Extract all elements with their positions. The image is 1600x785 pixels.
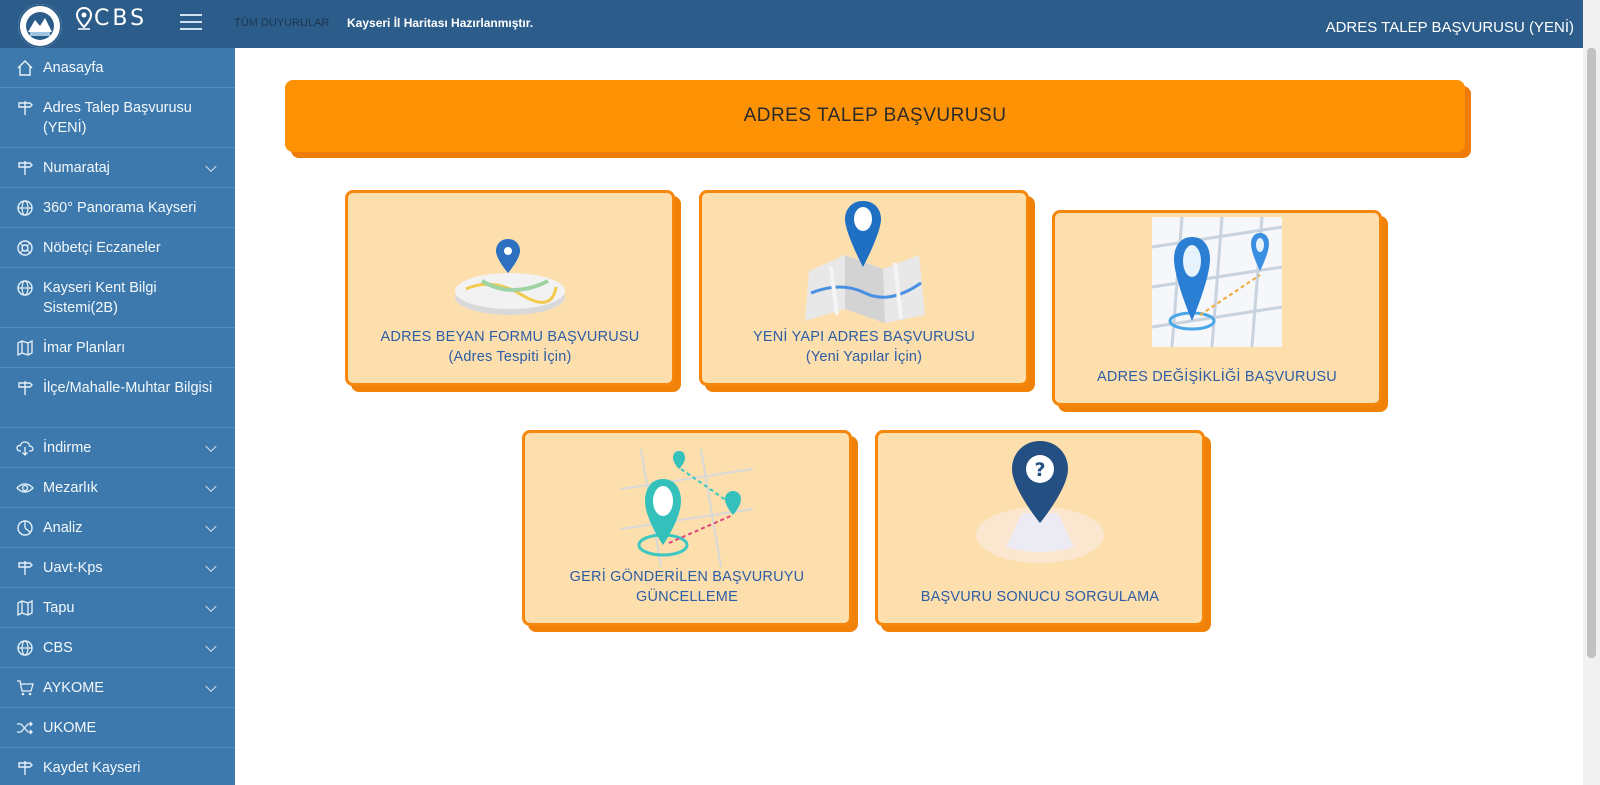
sidebar-item[interactable]: Uavt-Kps <box>0 548 235 588</box>
folded-map-pin-icon <box>805 201 925 323</box>
chevron-down-icon[interactable] <box>205 440 217 452</box>
signpost-icon <box>16 99 34 117</box>
signpost-icon <box>16 559 34 577</box>
sidebar: Anasayfa Adres Talep Başvurusu (YENİ) Numa… <box>0 48 235 785</box>
chevron-down-icon[interactable] <box>205 160 217 172</box>
new-building-address-card[interactable]: YENİ YAPI ADRES BAŞVURUSU (Yeni Yapılar … <box>699 190 1029 386</box>
chevron-down-icon[interactable] <box>205 640 217 652</box>
card-title: BAŞVURU SONUCU SORGULAMA <box>920 589 1160 605</box>
sidebar-item-label: Anasayfa <box>43 60 104 76</box>
sidebar-item[interactable]: Tapu <box>0 588 235 628</box>
sidebar-item[interactable]: UKOME <box>0 708 235 748</box>
card-title: ADRES DEĞİŞİKLİĞİ BAŞVURUSU <box>1097 369 1337 385</box>
sidebar-item-label: Uavt-Kps <box>43 560 103 576</box>
sidebar-item-label: Tapu <box>43 600 75 616</box>
sidebar-item[interactable]: Analiz <box>0 508 235 548</box>
cloud-download-icon <box>16 439 34 457</box>
sidebar-item-label: UKOME <box>43 720 97 736</box>
card-subtitle: (Yeni Yapılar İçin) <box>805 349 923 365</box>
sidebar-item[interactable]: İlçe/Mahalle-Muhtar Bilgisi <box>0 368 235 428</box>
sidebar-item[interactable]: Mezarlık <box>0 468 235 508</box>
menu-toggle-icon[interactable] <box>180 14 202 32</box>
sidebar-item[interactable]: Anasayfa <box>0 48 235 88</box>
cbs-brand[interactable]: CBS <box>76 6 147 31</box>
sidebar-item-label: Mezarlık <box>43 480 98 496</box>
card-title: ADRES BEYAN FORMU BAŞVURUSU <box>380 329 640 345</box>
sidebar-item-label: CBS <box>43 640 73 656</box>
signpost-icon <box>16 759 34 777</box>
update-returned-application-card[interactable]: GERİ GÖNDERİLEN BAŞVURUYU GÜNCELLEME <box>522 430 852 626</box>
sidebar-item[interactable]: Kaydet Kayseri <box>0 748 235 785</box>
globe-icon <box>16 279 34 297</box>
shuffle-icon <box>16 719 34 737</box>
card-title: YENİ YAPI ADRES BAŞVURUSU <box>752 329 976 345</box>
globe-icon <box>16 199 34 217</box>
signpost-icon <box>16 379 34 397</box>
sidebar-item-label: İndirme <box>43 440 92 456</box>
chevron-down-icon[interactable] <box>205 520 217 532</box>
sidebar-item-label: Numarataj <box>43 160 110 176</box>
address-change-card[interactable]: ADRES DEĞİŞİKLİĞİ BAŞVURUSU <box>1052 210 1382 406</box>
location-pin-icon <box>76 6 92 30</box>
lifebuoy-icon <box>16 239 34 257</box>
map-icon <box>16 339 34 357</box>
sidebar-item[interactable]: İmar Planları <box>0 328 235 368</box>
sidebar-item[interactable]: İndirme <box>0 428 235 468</box>
sidebar-item[interactable]: 360° Panorama Kayseri <box>0 188 235 228</box>
svg-text:?: ? <box>1034 459 1045 481</box>
brand-text: CBS <box>94 6 148 31</box>
sidebar-item[interactable]: Adres Talep Başvurusu (YENİ) <box>0 88 235 148</box>
scrollbar-thumb[interactable] <box>1587 48 1596 658</box>
sidebar-item-label: Nöbetçi Eczaneler <box>43 240 161 256</box>
sidebar-item-label: Kayseri Kent Bilgi Sistemi(2B) <box>43 280 157 316</box>
municipality-logo[interactable] <box>16 2 64 50</box>
sidebar-item[interactable]: Numarataj <box>0 148 235 188</box>
cart-icon <box>16 679 34 697</box>
chevron-down-icon[interactable] <box>205 680 217 692</box>
question-pin-icon: ? <box>976 441 1104 563</box>
news-ticker[interactable]: Kayseri İl Haritası Hazırlanmıştır. <box>347 16 533 30</box>
card-subtitle: (Adres Tespiti İçin) <box>448 349 572 365</box>
application-result-query-card[interactable]: ? BAŞVURU SONUCU SORGULAMA <box>875 430 1205 626</box>
sidebar-item[interactable]: Nöbetçi Eczaneler <box>0 228 235 268</box>
sidebar-item-label: AYKOME <box>43 680 104 696</box>
address-declaration-card[interactable]: ADRES BEYAN FORMU BAŞVURUSU (Adres Tespi… <box>345 190 675 386</box>
chevron-down-icon[interactable] <box>205 480 217 492</box>
eye-icon <box>16 479 34 497</box>
chevron-down-icon[interactable] <box>205 560 217 572</box>
sidebar-item-label: Adres Talep Başvurusu (YENİ) <box>43 100 192 136</box>
map-pin-disc-icon <box>455 239 565 315</box>
sidebar-item-label: Kaydet Kayseri <box>43 760 141 776</box>
pie-icon <box>16 519 34 537</box>
page-title: ADRES TALEP BAŞVURUSU (YENİ) <box>1325 19 1574 36</box>
page-banner: ADRES TALEP BAŞVURUSU <box>285 80 1465 152</box>
sidebar-item-label: Analiz <box>43 520 83 536</box>
page-scrollbar[interactable] <box>1583 0 1600 785</box>
home-icon <box>16 59 34 77</box>
sidebar-item-label: İlçe/Mahalle-Muhtar Bilgisi <box>43 380 213 396</box>
main-content <box>235 48 1583 785</box>
globe-icon <box>16 639 34 657</box>
signpost-icon <box>16 159 34 177</box>
sidebar-item-label: 360° Panorama Kayseri <box>43 200 197 216</box>
route-pins-icon <box>621 449 753 567</box>
location-route-icon <box>1152 217 1282 347</box>
sidebar-item[interactable]: AYKOME <box>0 668 235 708</box>
chevron-down-icon[interactable] <box>205 600 217 612</box>
sidebar-item[interactable]: Kayseri Kent Bilgi Sistemi(2B) <box>0 268 235 328</box>
all-news-link[interactable]: TÜM DUYURULAR <box>234 17 329 29</box>
top-bar: CBS TÜM DUYURULAR Kayseri İl Haritası Ha… <box>0 0 1600 50</box>
map-icon <box>16 599 34 617</box>
sidebar-item[interactable]: CBS <box>0 628 235 668</box>
card-title: GERİ GÖNDERİLEN BAŞVURUYU GÜNCELLEME <box>569 569 805 605</box>
sidebar-item-label: İmar Planları <box>43 340 126 356</box>
